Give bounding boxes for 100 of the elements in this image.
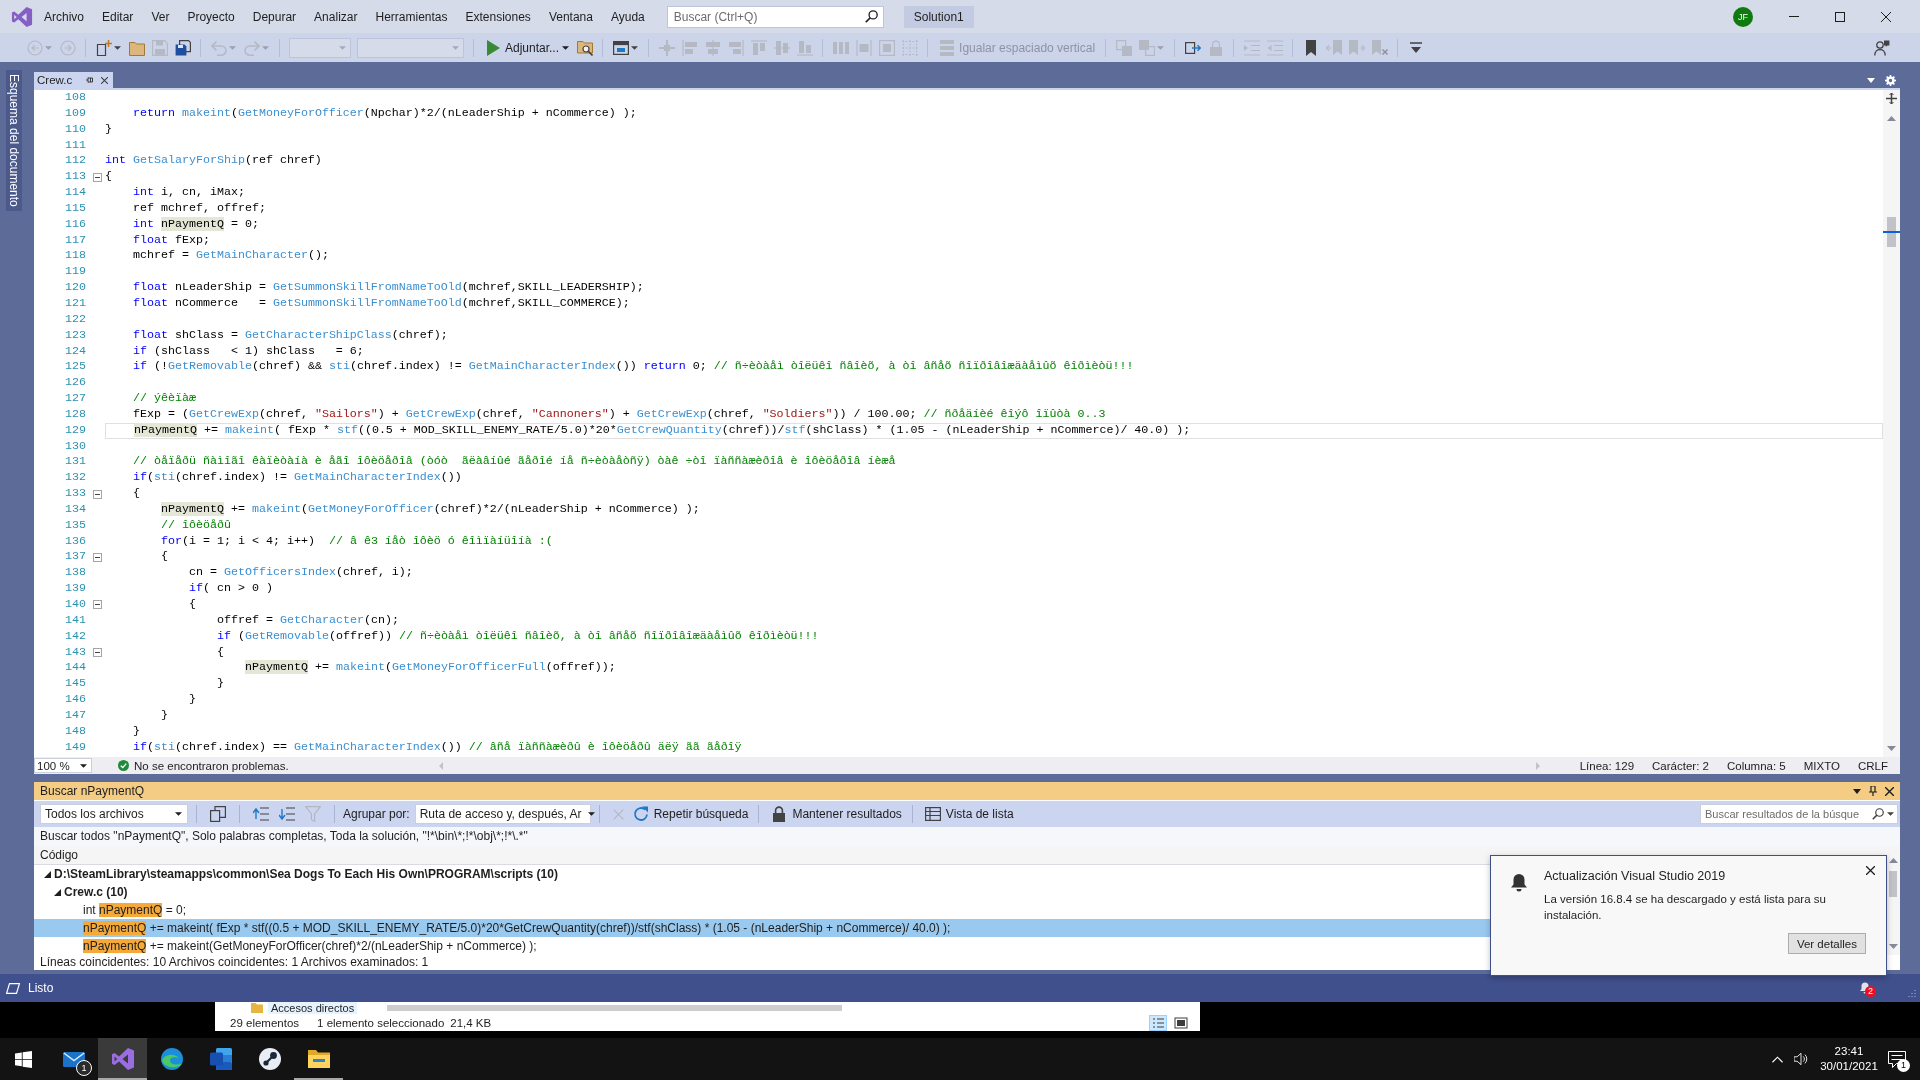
close-icon[interactable] [1885, 786, 1894, 796]
details-view-icon[interactable] [1149, 1014, 1167, 1031]
scroll-up-icon[interactable] [1888, 858, 1898, 863]
solution-name: Solution1 [903, 5, 974, 28]
result-line[interactable]: nPaymentQ += makeint(GetMoneyForOfficer(chref)*2/(nLeaderShip + nCommerce) ); [83, 937, 537, 955]
settings-icon[interactable] [1885, 74, 1896, 86]
caret-icon[interactable] [114, 45, 121, 50]
result-group[interactable]: D:\SteamLibrary\steamapps\common\Sea Dogs To Each His Own\PROGRAM\scripts (10) [54, 865, 558, 883]
results-search-field[interactable]: Buscar resultados de la búsque [1700, 804, 1898, 824]
collapse-icon[interactable] [93, 489, 102, 499]
column-header[interactable]: Código [40, 848, 79, 862]
expand-arrow-icon[interactable] [54, 888, 61, 896]
folder-icon[interactable] [128, 39, 145, 56]
repeat-search-button[interactable]: Repetir búsqueda [628, 804, 751, 824]
details-button[interactable]: Ver detalles [1787, 933, 1866, 954]
menu-item[interactable]: Editar [93, 7, 143, 26]
scrollbar-thumb[interactable] [387, 1005, 843, 1011]
menu-item[interactable]: Analizar [305, 7, 367, 26]
folder-search-icon[interactable] [576, 39, 593, 56]
action-center-icon[interactable] [1888, 1050, 1906, 1068]
document-tab[interactable]: Crew.c [34, 72, 114, 88]
caret-icon[interactable] [1853, 788, 1861, 794]
scrollbar-thumb[interactable] [1887, 217, 1896, 247]
scrollbar[interactable] [1883, 90, 1900, 757]
zoom-dropdown[interactable]: 100 % [34, 758, 92, 773]
clock-time[interactable]: 23:41 [1834, 1044, 1864, 1059]
code-line: // ýêèïàæ [133, 391, 196, 407]
code-line: { [105, 169, 112, 186]
collapse-icon[interactable] [93, 600, 102, 610]
taskbar-button[interactable]: 1 [49, 1038, 98, 1080]
save-all-icon[interactable] [174, 39, 191, 56]
group-by-label: Agrupar por: [343, 807, 410, 821]
pin-icon[interactable] [86, 76, 95, 84]
scope-dropdown[interactable]: Todos los archivos [40, 804, 188, 824]
issues-status[interactable]: No se encontraron problemas. [134, 759, 289, 772]
close-icon[interactable] [101, 76, 109, 84]
code-line: } [189, 692, 196, 708]
tab-list-icon[interactable] [1867, 77, 1875, 83]
line-number: 146 [64, 692, 86, 708]
menu-item[interactable]: Ver [142, 7, 179, 26]
caret-icon[interactable] [1887, 812, 1894, 816]
search-icon[interactable] [864, 10, 878, 23]
scroll-down-icon[interactable] [1888, 944, 1898, 949]
next-location-icon[interactable] [279, 806, 295, 822]
speaker-icon[interactable] [1794, 1052, 1808, 1066]
close-icon[interactable] [1866, 866, 1875, 875]
line-number: 109 [64, 105, 86, 122]
pin-icon[interactable] [1869, 786, 1877, 796]
cursor-line[interactable]: Línea: 129 [1579, 759, 1635, 772]
result-group[interactable]: Crew.c (10) [64, 883, 128, 901]
line-ending[interactable]: CRLF [1857, 759, 1888, 772]
result-line[interactable]: nPaymentQ += makeint( fExp * stf((0.5 + MOD_SKILL_ENEMY_RATE/5.0)*20*GetCrewQuantity(chref))/stf(shClass) * (1.05 - (nLeaderShip + nCommerce)/ 40.0) ); [83, 919, 951, 937]
result-line[interactable]: int nPaymentQ = 0; [83, 901, 187, 919]
menu-item[interactable]: Ayuda [601, 7, 654, 26]
cursor-column[interactable]: Columna: 5 [1726, 759, 1786, 772]
keep-results-button[interactable]: Mantener resultados [767, 804, 904, 824]
resize-grip-icon[interactable] [1907, 988, 1916, 998]
menu-item[interactable]: Extensiones [456, 7, 540, 26]
scroll-down-icon[interactable] [1887, 746, 1896, 751]
windows-logo-icon[interactable] [14, 1050, 32, 1068]
logo-icon[interactable] [11, 5, 33, 28]
scrollbar-thumb[interactable] [1889, 871, 1897, 897]
menu-item[interactable]: Herramientas [366, 7, 457, 26]
new-item-icon[interactable] [95, 39, 112, 56]
search-field[interactable]: Buscar (Ctrl+Q) [666, 5, 884, 28]
close-icon[interactable] [1881, 11, 1891, 22]
account-avatar[interactable]: JF [1733, 6, 1753, 27]
maximize-icon[interactable] [1835, 11, 1845, 22]
menu-item[interactable]: Archivo [35, 7, 93, 26]
scroll-up-icon[interactable] [1887, 116, 1896, 121]
large-icons-view-icon[interactable] [1172, 1014, 1190, 1031]
expand-arrow-icon[interactable] [44, 870, 51, 878]
folder-name[interactable]: Accesos directos [268, 1002, 358, 1014]
menu-item[interactable]: Proyecto [178, 7, 244, 26]
collapse-icon[interactable] [93, 552, 102, 562]
browser-icon [159, 1047, 184, 1071]
line-number: 143 [64, 644, 86, 661]
collapse-icon[interactable] [93, 647, 102, 657]
search-icon[interactable] [1872, 808, 1884, 820]
split-window-icon[interactable] [1886, 93, 1897, 104]
chevron-up-icon[interactable] [1772, 1055, 1783, 1063]
indent-mode[interactable]: MIXTO [1803, 759, 1840, 772]
copy-icon[interactable] [210, 806, 226, 822]
line-number: 120 [64, 280, 86, 296]
menu-item[interactable]: Depurar [243, 7, 306, 26]
list-view-button[interactable]: Vista de lista [920, 804, 1016, 824]
clock-date[interactable]: 30/01/2021 [1820, 1059, 1878, 1074]
tab-order-icon[interactable] [1184, 39, 1201, 56]
attach-button[interactable]: Adjuntar... [482, 37, 572, 58]
feedback-icon[interactable] [1874, 39, 1890, 56]
window-icon[interactable] [612, 39, 629, 56]
code-line: { [217, 644, 224, 661]
line-number: 118 [64, 248, 86, 265]
collapse-icon[interactable] [93, 172, 102, 182]
cursor-character[interactable]: Carácter: 2 [1652, 759, 1709, 772]
code-line: float shClass = GetCharacterShipClass(chref); [133, 327, 448, 344]
previous-location-icon[interactable] [253, 806, 269, 822]
menu-item[interactable]: Ventana [539, 7, 602, 26]
caret-icon[interactable] [631, 45, 639, 50]
side-tab[interactable]: Esquema del documento [6, 70, 22, 211]
